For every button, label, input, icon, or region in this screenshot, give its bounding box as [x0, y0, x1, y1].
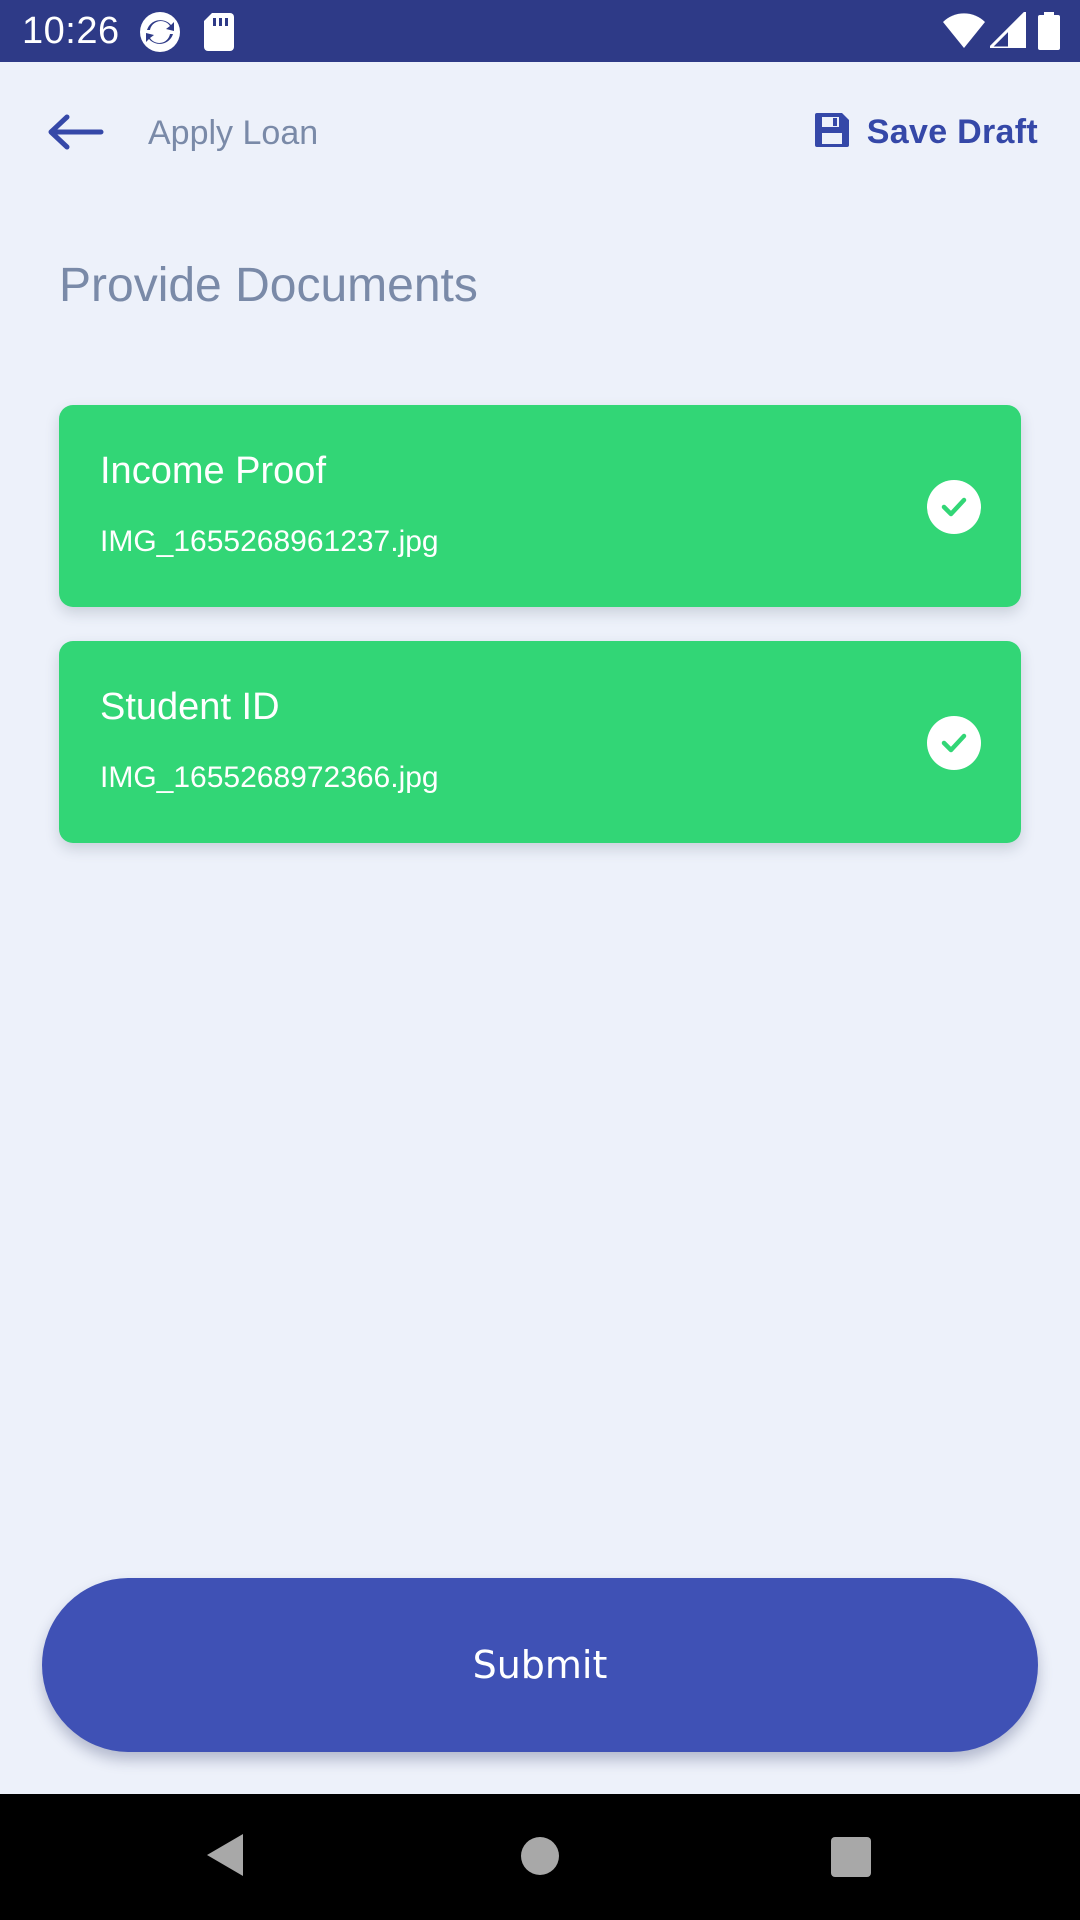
- back-button[interactable]: [30, 104, 120, 164]
- submit-button[interactable]: Submit: [42, 1578, 1038, 1752]
- arrow-left-icon: [45, 112, 105, 157]
- page-heading: Provide Documents: [59, 259, 478, 312]
- status-bar: 10:26: [0, 0, 1080, 62]
- sync-app-icon: [138, 10, 182, 59]
- check-circle-icon: [927, 480, 981, 534]
- signal-icon: [986, 8, 1028, 53]
- save-draft-button[interactable]: Save Draft: [813, 102, 1038, 162]
- screen-title: Apply Loan: [148, 114, 319, 152]
- document-card-student-id[interactable]: Student ID IMG_1655268972366.jpg: [59, 641, 1021, 843]
- floppy-disk-icon: [813, 111, 851, 154]
- document-card-income-proof[interactable]: Income Proof IMG_1655268961237.jpg: [59, 405, 1021, 607]
- battery-icon: [1038, 12, 1060, 55]
- check-circle-icon: [927, 716, 981, 770]
- back-triangle-icon[interactable]: [205, 1832, 245, 1883]
- app-bar: Apply Loan Save Draft: [0, 62, 1080, 212]
- recents-square-icon[interactable]: [831, 1837, 871, 1882]
- document-filename: IMG_1655268961237.jpg: [100, 525, 439, 558]
- home-circle-icon[interactable]: [520, 1836, 560, 1881]
- save-draft-label: Save Draft: [866, 112, 1038, 151]
- document-filename: IMG_1655268972366.jpg: [100, 761, 439, 794]
- system-nav-bar: [0, 1794, 1080, 1920]
- wifi-icon: [943, 12, 985, 53]
- sd-card-icon: [204, 13, 234, 56]
- document-title: Student ID: [100, 686, 280, 728]
- status-time: 10:26: [22, 10, 120, 52]
- document-title: Income Proof: [100, 450, 326, 492]
